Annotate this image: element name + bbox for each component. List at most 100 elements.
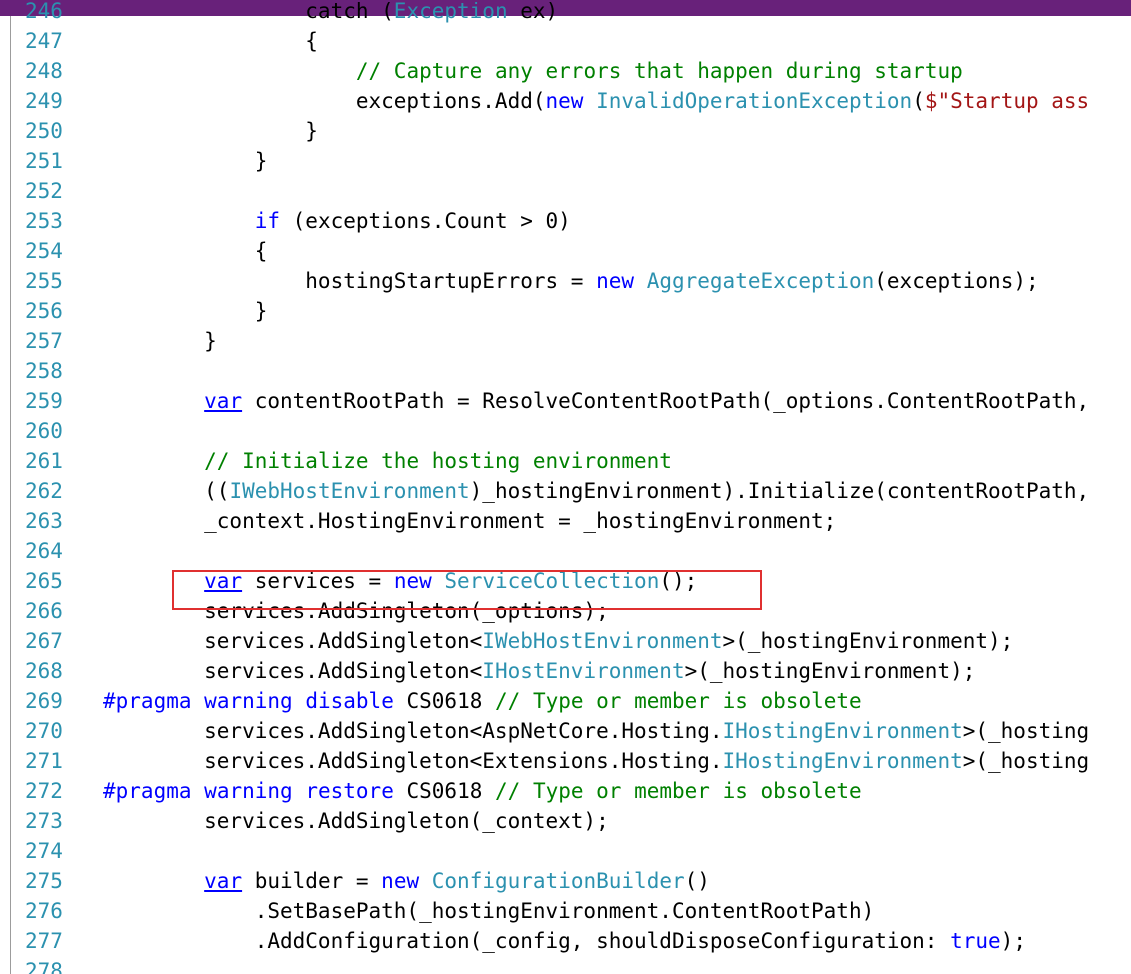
line-content: .SetBasePath(_hostingEnvironment.Content… [103,896,875,926]
code-text: (exceptions.Count > 0) [280,209,571,233]
code-line[interactable]: 257 } [0,326,1131,356]
line-content: services.AddSingleton<AspNetCore.Hosting… [103,716,1089,746]
code-line[interactable]: 263 _context.HostingEnvironment = _hosti… [0,506,1131,536]
code-line[interactable]: 249 exceptions.Add(new InvalidOperationE… [0,86,1131,116]
line-number: 261 [25,449,63,473]
line-content: services.AddSingleton<Extensions.Hosting… [103,746,1089,776]
line-number: 257 [25,329,63,353]
line-number: 259 [25,389,63,413]
code-text: services.AddSingleton< [103,659,483,683]
line-content: services.AddSingleton<IHostEnvironment>(… [103,656,975,686]
line-content: exceptions.Add(new InvalidOperationExcep… [103,86,1089,116]
code-line[interactable]: 273 services.AddSingleton(_context); [0,806,1131,836]
code-text: } [103,119,318,143]
line-number: 246 [25,2,63,23]
line-number: 258 [25,359,63,383]
line-number: 278 [25,959,63,974]
code-line[interactable]: 258 [0,356,1131,386]
line-number: 273 [25,809,63,833]
code-text: (( [103,479,230,503]
code-line[interactable]: 252 [0,176,1131,206]
code-line[interactable]: 270 services.AddSingleton<AspNetCore.Hos… [0,716,1131,746]
type-name: AggregateException [646,269,875,293]
string-literal: $"Startup ass [924,89,1090,113]
line-content: #pragma warning disable CS0618 // Type o… [103,686,862,716]
keyword: true [950,929,1001,953]
line-number: 248 [25,59,63,83]
line-content: services.AddSingleton<IWebHostEnvironmen… [103,626,1013,656]
line-content: // Capture any errors that happen during… [103,56,963,86]
line-number: 267 [25,629,63,653]
code-line[interactable]: 250 } [0,116,1131,146]
code-line[interactable]: 251 } [0,146,1131,176]
code-text: services.AddSingleton< [103,629,483,653]
type-name: IWebHostEnvironment [229,479,470,503]
code-line[interactable]: 261 // Initialize the hosting environmen… [0,446,1131,476]
line-content: } [103,296,268,326]
code-line[interactable]: 277 .AddConfiguration(_config, shouldDis… [0,926,1131,956]
code-text: services.AddSingleton<Extensions.Hosting… [103,749,723,773]
code-line[interactable]: 260 [0,416,1131,446]
preprocessor-directive: #pragma [103,689,192,713]
line-content: _context.HostingEnvironment = _hostingEn… [103,506,836,536]
code-line[interactable]: 271 services.AddSingleton<Extensions.Hos… [0,746,1131,776]
code-line[interactable]: 262 ((IWebHostEnvironment)_hostingEnviro… [0,476,1131,506]
code-text: >(_hostingEnvironment); [684,659,976,683]
code-text: { [103,239,268,263]
line-number: 255 [25,269,63,293]
code-line[interactable]: 254 { [0,236,1131,266]
code-text: >(_hosting [962,749,1090,773]
code-line[interactable]: 253 if (exceptions.Count > 0) [0,206,1131,236]
code-line[interactable]: 268 services.AddSingleton<IHostEnvironme… [0,656,1131,686]
code-line[interactable]: 274 [0,836,1131,866]
keyword: new [381,869,420,893]
code-line[interactable]: 267 services.AddSingleton<IWebHostEnviro… [0,626,1131,656]
code-text: services.AddSingleton(_context); [103,809,609,833]
code-line[interactable]: 255 hostingStartupErrors = new Aggregate… [0,266,1131,296]
code-text: CS0618 [393,779,496,803]
code-line[interactable]: 248 // Capture any errors that happen du… [0,56,1131,86]
line-content: } [103,146,268,176]
code-line[interactable]: 275 var builder = new ConfigurationBuild… [0,866,1131,896]
code-line[interactable]: 246 catch (Exception ex) [0,2,1131,26]
line-number: 265 [25,569,63,593]
preprocessor-directive: #pragma [103,779,192,803]
line-number: 252 [25,179,63,203]
line-number: 272 [25,779,63,803]
code-line[interactable]: 247 { [0,26,1131,56]
line-content: { [103,236,268,266]
code-line[interactable]: 272 #pragma warning restore CS0618 // Typ… [0,776,1131,806]
code-line[interactable]: 269 #pragma warning disable CS0618 // Typ… [0,686,1131,716]
code-line[interactable]: 256 } [0,296,1131,326]
line-number: 253 [25,209,63,233]
line-number: 260 [25,419,63,443]
code-line[interactable]: 259 var contentRootPath = ResolveContent… [0,386,1131,416]
keyword: new [545,89,584,113]
line-number: 249 [25,89,63,113]
code-line[interactable]: 276 .SetBasePath(_hostingEnvironment.Con… [0,896,1131,926]
line-number: 277 [25,929,63,953]
type-name: IHostingEnvironment [722,749,963,773]
keyword: warning [204,689,293,713]
line-content: .AddConfiguration(_config, shouldDispose… [103,926,1026,956]
line-content: } [103,326,217,356]
line-content: } [103,116,318,146]
code-editor[interactable]: 246 catch (Exception ex) 247 {248 // Capt… [0,2,1131,974]
comment: // Type or member is obsolete [495,689,862,713]
code-text: ); [1000,929,1026,953]
comment: // Type or member is obsolete [495,779,862,803]
code-line[interactable]: 278 [0,956,1131,974]
code-text: .SetBasePath(_hostingEnvironment.Content… [103,899,875,923]
code-line[interactable]: 264 [0,536,1131,566]
code-text: exceptions.Add( [103,89,546,113]
keyword: if [254,209,281,233]
line-content: var contentRootPath = ResolveContentRoot… [103,386,1089,416]
